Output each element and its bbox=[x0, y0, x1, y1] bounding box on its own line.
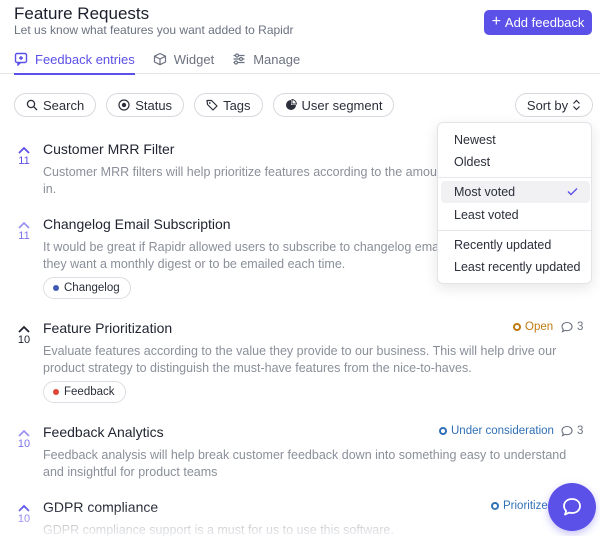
tag-badge[interactable]: Changelog bbox=[43, 277, 131, 299]
tab-label: Widget bbox=[173, 51, 215, 67]
tab-feedback-entries[interactable]: Feedback entries bbox=[14, 44, 135, 75]
status-filter-button[interactable]: Status bbox=[106, 93, 185, 117]
status-badge: Prioritized bbox=[491, 500, 554, 512]
upvote-button[interactable]: 11 bbox=[10, 221, 38, 242]
upvote-button[interactable]: 10 bbox=[10, 325, 38, 346]
tab-widget[interactable]: Widget bbox=[153, 44, 214, 74]
status-icon bbox=[118, 99, 130, 111]
sort-option-least-voted[interactable]: Least voted bbox=[441, 204, 590, 226]
upvote-button[interactable]: 11 bbox=[10, 146, 38, 167]
entry-title[interactable]: Changelog Email Subscription bbox=[43, 216, 231, 232]
vote-count: 10 bbox=[17, 513, 31, 525]
tag-label: Feedback bbox=[64, 386, 115, 398]
cube-icon bbox=[153, 52, 166, 66]
upvote-arrow-icon bbox=[18, 325, 30, 333]
comment-count-label: 3 bbox=[577, 425, 584, 437]
upvote-arrow-icon bbox=[18, 429, 30, 437]
tag-label: Changelog bbox=[64, 282, 120, 294]
menu-divider bbox=[438, 177, 591, 178]
comment-count[interactable]: 3 bbox=[561, 425, 583, 437]
status-prioritized-icon bbox=[491, 502, 499, 510]
upvote-arrow-icon bbox=[18, 504, 30, 512]
chip-label: Status bbox=[135, 97, 173, 113]
vote-count: 10 bbox=[17, 334, 31, 346]
chip-label: User segment bbox=[301, 97, 383, 113]
sort-dropdown-menu: Newest Oldest Most voted Least voted Rec… bbox=[437, 122, 592, 284]
chat-bubble-icon bbox=[563, 498, 581, 516]
entry-title[interactable]: GDPR compliance bbox=[43, 499, 158, 515]
comment-count[interactable]: 3 bbox=[561, 321, 583, 333]
entry-title[interactable]: Feedback Analytics bbox=[43, 424, 164, 440]
search-icon bbox=[26, 99, 38, 111]
tab-bar: Feedback entries Widget Manage bbox=[14, 44, 300, 75]
status-label: Open bbox=[525, 321, 554, 333]
status-badge: Open bbox=[513, 321, 553, 333]
sort-option-least-recently-updated[interactable]: Least recently updated bbox=[441, 256, 590, 278]
tab-manage[interactable]: Manage bbox=[232, 44, 300, 74]
sliders-icon bbox=[233, 53, 245, 65]
entry-title[interactable]: Feature Prioritization bbox=[43, 320, 172, 336]
search-filter-button[interactable]: Search bbox=[14, 93, 97, 117]
status-label: Prioritized bbox=[503, 500, 555, 512]
page-header: Feature Requests Let us know what featur… bbox=[0, 0, 600, 75]
add-feedback-label: Add feedback bbox=[504, 15, 585, 30]
sort-arrows-icon bbox=[573, 99, 581, 111]
chip-label: Tags bbox=[223, 97, 251, 113]
upvote-arrow-icon bbox=[18, 221, 30, 229]
tags-filter-button[interactable]: Tags bbox=[194, 93, 263, 117]
upvote-button[interactable]: 10 bbox=[10, 504, 38, 525]
user-segment-filter-button[interactable]: User segment bbox=[272, 93, 395, 117]
plus-icon: + bbox=[491, 13, 501, 30]
tag-icon bbox=[206, 99, 218, 111]
add-feedback-button[interactable]: + Add feedback bbox=[484, 10, 592, 35]
chip-label: Search bbox=[43, 97, 85, 113]
status-badge: Under consideration bbox=[439, 425, 554, 437]
status-open-icon bbox=[513, 323, 521, 331]
pie-icon bbox=[285, 99, 297, 110]
filter-bar: Search Status Tags User segment bbox=[14, 93, 395, 117]
vote-count: 11 bbox=[18, 155, 30, 167]
feedback-icon bbox=[14, 52, 28, 66]
menu-divider bbox=[438, 230, 591, 231]
tag-badge[interactable]: Feedback bbox=[43, 381, 126, 403]
tag-dot bbox=[53, 285, 59, 291]
entry-description: Evaluate features according to the value… bbox=[43, 344, 557, 375]
comment-count-label: 3 bbox=[577, 321, 584, 333]
status-label: Under consideration bbox=[451, 425, 554, 437]
upvote-button[interactable]: 10 bbox=[10, 429, 38, 450]
sort-option-newest[interactable]: Newest bbox=[441, 129, 590, 151]
sort-option-label: Most voted bbox=[454, 185, 516, 199]
entry-description: GDPR compliance support is a must for us… bbox=[43, 523, 394, 536]
sort-option-oldest[interactable]: Oldest bbox=[441, 151, 590, 173]
feedback-entry[interactable]: 10 GDPR compliance Prioritized GDPR comp… bbox=[0, 496, 600, 536]
chat-launcher-button[interactable] bbox=[548, 483, 596, 531]
sort-option-most-voted[interactable]: Most voted bbox=[441, 181, 590, 203]
sort-by-button[interactable]: Sort by bbox=[515, 93, 593, 117]
tab-label: Feedback entries bbox=[35, 51, 135, 67]
status-under-consideration-icon bbox=[439, 427, 447, 435]
comment-icon bbox=[561, 425, 573, 437]
vote-count: 10 bbox=[17, 438, 31, 450]
page-subtitle: Let us know what features you want added… bbox=[14, 23, 294, 37]
comment-icon bbox=[561, 321, 573, 333]
tag-dot bbox=[53, 389, 59, 395]
tab-label: Manage bbox=[253, 51, 301, 67]
sort-label: Sort by bbox=[526, 97, 569, 113]
sort-option-recently-updated[interactable]: Recently updated bbox=[441, 234, 590, 256]
check-icon bbox=[567, 188, 578, 196]
entry-title[interactable]: Customer MRR Filter bbox=[43, 141, 174, 157]
page-title: Feature Requests bbox=[14, 4, 150, 23]
vote-count: 11 bbox=[18, 230, 30, 242]
entry-description: Feedback analysis will help break custom… bbox=[43, 448, 567, 479]
upvote-arrow-icon bbox=[18, 146, 30, 154]
